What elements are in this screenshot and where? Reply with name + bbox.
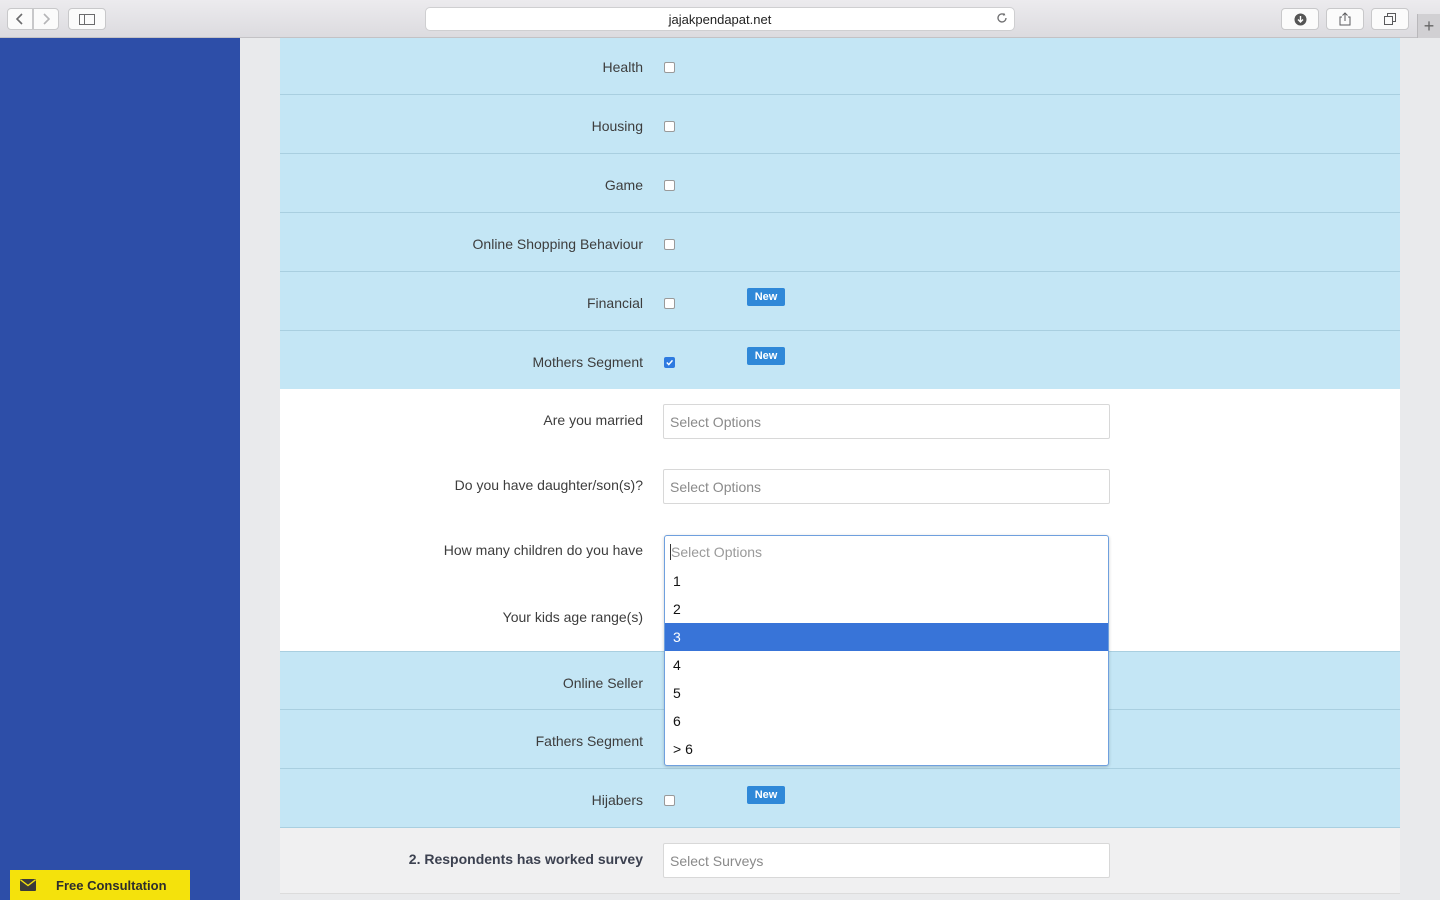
left-sidebar: [0, 38, 240, 900]
dropdown-option[interactable]: > 6: [665, 735, 1108, 763]
dropdown-option-highlighted[interactable]: 3: [665, 623, 1108, 651]
segment-row-financial: Financial New: [280, 272, 1400, 331]
segment-row-health: Health: [280, 38, 1400, 95]
tabs-overview-button[interactable]: [1371, 8, 1409, 30]
segment-row-online-shopping: Online Shopping Behaviour: [280, 213, 1400, 272]
health-checkbox[interactable]: [664, 62, 675, 73]
question-label-married: Are you married: [543, 412, 643, 428]
segment-label: Mothers Segment: [532, 354, 644, 370]
segment-row-housing: Housing: [280, 95, 1400, 154]
hijabers-checkbox[interactable]: [664, 795, 675, 806]
dropdown-option[interactable]: 4: [665, 651, 1108, 679]
question-label-kids-age: Your kids age range(s): [502, 609, 643, 625]
dropdown-search-input[interactable]: Select Options: [665, 536, 1108, 567]
reload-icon[interactable]: [996, 11, 1008, 27]
mail-icon: [10, 870, 46, 900]
chevron-right-icon: [43, 13, 50, 25]
segment-label: Housing: [591, 118, 643, 134]
children-count-dropdown[interactable]: Select Options 1 2 3 4 5 6 > 6: [664, 535, 1109, 766]
housing-checkbox[interactable]: [664, 121, 675, 132]
mothers-segment-checkbox[interactable]: [664, 357, 675, 368]
married-select[interactable]: Select Options: [663, 404, 1110, 439]
downloads-button[interactable]: [1281, 8, 1319, 30]
browser-toolbar: jajakpendapat.net +: [0, 0, 1440, 38]
address-bar[interactable]: jajakpendapat.net: [425, 7, 1015, 31]
financial-checkbox[interactable]: [664, 298, 675, 309]
dropdown-option[interactable]: 6: [665, 707, 1108, 735]
share-button[interactable]: [1326, 8, 1364, 30]
segment-row-hijabers: Hijabers New: [280, 769, 1400, 828]
dropdown-option[interactable]: 2: [665, 595, 1108, 623]
form-panel: Health Housing Game Online Shopping Beha…: [280, 38, 1400, 900]
segment-label: Online Seller: [562, 675, 643, 691]
url-text: jajakpendapat.net: [668, 11, 772, 27]
segment-label: Game: [604, 177, 643, 193]
free-consultation-button[interactable]: Free Consultation: [10, 870, 190, 900]
new-badge: New: [747, 347, 785, 365]
select-placeholder: Select Surveys: [670, 852, 764, 869]
worked-survey-label: 2. Respondents has worked survey: [408, 851, 643, 867]
children-exist-select[interactable]: Select Options: [663, 469, 1110, 504]
dropdown-option[interactable]: 5: [665, 679, 1108, 707]
online-shopping-checkbox[interactable]: [664, 239, 675, 250]
new-tab-button[interactable]: +: [1417, 14, 1440, 38]
tabs-icon: [1384, 13, 1396, 25]
new-badge: New: [747, 288, 785, 306]
segment-label: Fathers Segment: [535, 733, 643, 749]
free-consultation-label: Free Consultation: [56, 877, 167, 893]
back-button[interactable]: [7, 8, 33, 30]
new-badge: New: [747, 786, 785, 804]
chevron-left-icon: [16, 13, 23, 25]
sidebar-toggle-button[interactable]: [68, 8, 106, 30]
segment-label: Health: [602, 59, 643, 75]
surveys-select[interactable]: Select Surveys: [663, 843, 1110, 878]
plus-icon: +: [1423, 15, 1435, 36]
forward-button[interactable]: [33, 8, 59, 30]
segment-row-mothers: Mothers Segment New: [280, 331, 1400, 389]
select-placeholder: Select Options: [670, 413, 762, 430]
worked-survey-row: 2. Respondents has worked survey Select …: [280, 828, 1400, 894]
question-label-children-exist: Do you have daughter/son(s)?: [454, 477, 643, 493]
game-checkbox[interactable]: [664, 180, 675, 191]
download-icon: [1294, 13, 1306, 25]
checkmark-icon: [666, 359, 674, 366]
question-label-children-count: How many children do you have: [443, 542, 643, 558]
segment-label: Online Shopping Behaviour: [472, 236, 643, 252]
segment-row-game: Game: [280, 154, 1400, 213]
dropdown-option[interactable]: 1: [665, 567, 1108, 595]
share-icon: [1339, 12, 1351, 26]
select-placeholder: Select Options: [670, 478, 762, 495]
segment-label: Hijabers: [591, 792, 643, 808]
sidebar-icon: [79, 13, 95, 25]
segment-label: Financial: [586, 295, 643, 311]
dropdown-placeholder: Select Options: [671, 543, 763, 560]
